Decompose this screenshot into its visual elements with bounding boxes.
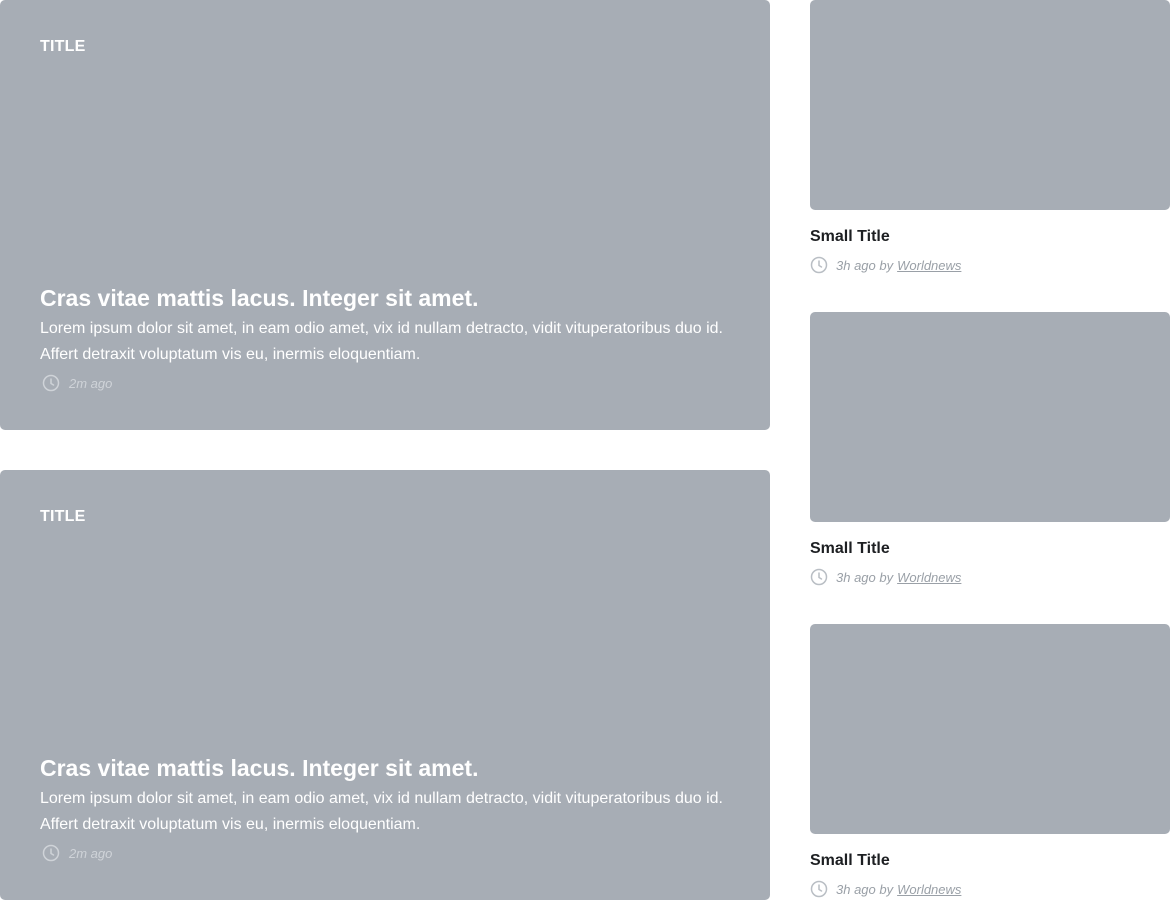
card-meta: 2m ago [40,844,740,862]
sidebar-thumbnail[interactable] [810,312,1170,522]
sidebar-time: 3h ago by [836,257,894,273]
clock-icon [810,880,828,898]
author-link[interactable]: Worldnews [897,570,961,585]
card-time: 2m ago [69,375,113,391]
sidebar-thumbnail[interactable] [810,624,1170,834]
card-description: Lorem ipsum dolor sit amet, in eam odio … [40,790,723,833]
clock-icon [810,568,828,586]
sidebar-title[interactable]: Small Title [810,539,1170,559]
sidebar-card: Small Title 3h ago by Worldnews [810,624,1170,898]
card-time: 2m ago [69,845,113,861]
featured-card[interactable]: TITLE Cras vitae mattis lacus. Integer s… [0,0,770,430]
sidebar-time: 3h ago by [836,569,894,585]
clock-icon [810,256,828,274]
sidebar-time: 3h ago by [836,881,894,897]
sidebar-meta: 3h ago by Worldnews [810,256,1170,274]
sidebar-card: Small Title 3h ago by Worldnews [810,0,1170,274]
featured-card[interactable]: TITLE Cras vitae mattis lacus. Integer s… [0,470,770,900]
card-meta: 2m ago [40,374,740,392]
sidebar-title[interactable]: Small Title [810,227,1170,247]
sidebar-meta: 3h ago by Worldnews [810,880,1170,898]
card-description: Lorem ipsum dolor sit amet, in eam odio … [40,320,723,363]
card-headline[interactable]: Cras vitae mattis lacus. Integer sit ame… [40,754,740,782]
sidebar-thumbnail[interactable] [810,0,1170,210]
author-link[interactable]: Worldnews [897,258,961,273]
card-content: Cras vitae mattis lacus. Integer sit ame… [40,284,740,392]
clock-icon [42,844,60,862]
news-page: TITLE Cras vitae mattis lacus. Integer s… [0,0,1170,900]
clock-icon [42,374,60,392]
card-label: TITLE [40,38,86,55]
card-content: Cras vitae mattis lacus. Integer sit ame… [40,754,740,862]
card-headline[interactable]: Cras vitae mattis lacus. Integer sit ame… [40,284,740,312]
card-label: TITLE [40,508,86,525]
sidebar-title[interactable]: Small Title [810,851,1170,871]
sidebar-card: Small Title 3h ago by Worldnews [810,312,1170,586]
sidebar-meta: 3h ago by Worldnews [810,568,1170,586]
author-link[interactable]: Worldnews [897,882,961,897]
